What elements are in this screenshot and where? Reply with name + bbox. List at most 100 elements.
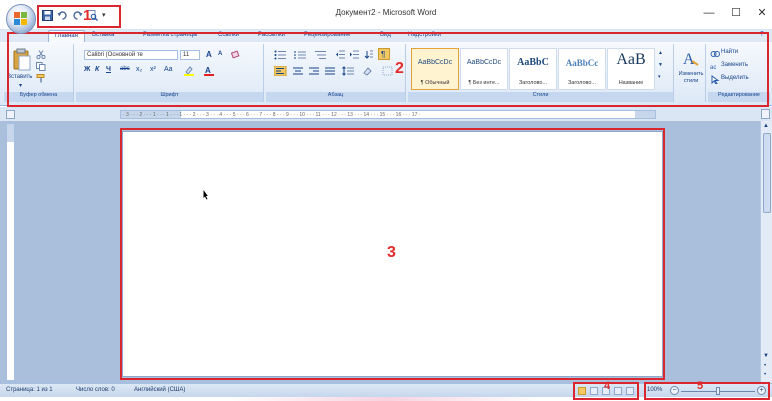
tab-insert[interactable]: Вставка: [92, 32, 114, 38]
zoom-level[interactable]: 100%: [647, 387, 662, 393]
annotation-number-1: 1: [83, 7, 92, 24]
justify-icon[interactable]: [324, 66, 338, 75]
ruler-row: · 3 · · · 2 · · · 1 · · · 1 · · · 1 · · …: [0, 107, 772, 121]
paste-button[interactable]: Вставить: [7, 74, 32, 80]
tab-home[interactable]: Главная: [48, 30, 85, 42]
tab-review[interactable]: Рецензирование: [304, 32, 350, 38]
decrease-indent-icon[interactable]: [336, 50, 346, 59]
paste-icon[interactable]: [12, 48, 32, 72]
superscript-button[interactable]: x²: [150, 66, 156, 73]
full-screen-view-icon[interactable]: [590, 387, 598, 395]
styles-scroll-down-icon[interactable]: ▼: [658, 62, 663, 68]
zoom-slider-thumb[interactable]: [716, 387, 720, 395]
sort-icon[interactable]: [364, 50, 374, 59]
tab-references[interactable]: Ссылки: [218, 32, 239, 38]
clear-formatting-icon[interactable]: [230, 50, 241, 59]
draft-view-icon[interactable]: [626, 387, 634, 395]
style-title[interactable]: AaB Название: [607, 48, 655, 90]
editing-group-label: Редактирование: [708, 92, 770, 102]
font-size-combo[interactable]: 11: [180, 50, 200, 60]
language-indicator[interactable]: Английский (США): [134, 387, 185, 393]
show-formatting-marks-icon[interactable]: ¶: [378, 48, 390, 60]
clipboard-group-label: Буфер обмена: [4, 92, 73, 102]
multilevel-list-icon[interactable]: [314, 50, 328, 59]
style-heading-1[interactable]: AaBbC Заголово...: [509, 48, 557, 90]
align-right-icon[interactable]: [308, 66, 322, 75]
styles-scroll-up-icon[interactable]: ▲: [658, 50, 663, 56]
strikethrough-button[interactable]: abc: [120, 66, 130, 72]
zoom-out-button[interactable]: −: [670, 386, 679, 395]
annotation-number-2: 2: [395, 60, 404, 77]
vertical-scrollbar[interactable]: ▲ ▼ • •: [760, 121, 772, 383]
style-no-spacing[interactable]: AaBbCcDc ¶ Без инте...: [460, 48, 508, 90]
style-heading-2[interactable]: AaBbCc Заголово...: [558, 48, 606, 90]
page-count[interactable]: Страница: 1 из 1: [6, 387, 53, 393]
replace-button[interactable]: Заменить: [721, 62, 748, 68]
close-button[interactable]: ✕: [752, 4, 772, 22]
ruler-scale: · 3 · · · 2 · · · 1 · · · 1 · · · 1 · · …: [123, 112, 421, 118]
tab-page-layout[interactable]: Разметка страницы: [143, 32, 197, 38]
tab-view[interactable]: Вид: [380, 32, 391, 38]
minimize-button[interactable]: —: [699, 4, 719, 22]
align-left-icon[interactable]: [273, 65, 288, 77]
borders-icon[interactable]: [382, 66, 396, 76]
change-styles-icon[interactable]: A: [682, 49, 700, 68]
styles-group: AaBbCcDc ¶ Обычный AaBbCcDc ¶ Без инте..…: [408, 44, 674, 102]
tab-mailings[interactable]: Рассылки: [258, 32, 285, 38]
align-center-icon[interactable]: [292, 66, 306, 75]
font-color-icon[interactable]: A: [204, 66, 218, 76]
scroll-down-icon[interactable]: ▼: [763, 353, 769, 359]
bullets-icon[interactable]: [274, 50, 288, 60]
vertical-ruler[interactable]: [6, 123, 15, 381]
previous-page-icon[interactable]: •: [764, 363, 766, 369]
tab-selector-icon[interactable]: [6, 110, 15, 119]
font-name-combo[interactable]: Calibri (Основной те: [84, 50, 178, 60]
numbering-icon[interactable]: [294, 50, 308, 59]
maximize-button[interactable]: ☐: [726, 4, 746, 22]
word-count[interactable]: Число слов: 0: [76, 387, 115, 393]
ribbon: Вставить ▾ Буфер обмена Calibri (Основно…: [0, 42, 772, 106]
highlight-color-icon[interactable]: [184, 66, 198, 76]
bold-button[interactable]: Ж: [84, 66, 90, 73]
print-layout-view-icon[interactable]: [578, 387, 586, 395]
find-icon: [710, 49, 720, 58]
find-button[interactable]: Найти: [721, 49, 738, 55]
increase-indent-icon[interactable]: [350, 50, 360, 59]
svg-text:A: A: [205, 66, 211, 75]
copy-icon[interactable]: [36, 62, 46, 71]
format-painter-icon[interactable]: [36, 74, 46, 83]
change-styles-group: A Изменить стили: [676, 44, 706, 102]
subscript-button[interactable]: x₂: [136, 66, 142, 73]
outline-view-icon[interactable]: [614, 387, 622, 395]
annotation-number-3: 3: [387, 244, 396, 261]
line-spacing-icon[interactable]: [342, 66, 356, 76]
font-group: Calibri (Основной те 11 A A Ж К Ч abc x₂…: [76, 44, 264, 102]
italic-button[interactable]: К: [95, 66, 99, 73]
change-styles-button[interactable]: Изменить стили: [676, 71, 706, 85]
replace-icon: ac: [710, 62, 720, 71]
font-group-label: Шрифт: [76, 92, 263, 102]
cut-icon[interactable]: [36, 50, 46, 60]
grow-font-button[interactable]: A: [206, 50, 212, 59]
style-normal[interactable]: AaBbCcDc ¶ Обычный: [411, 48, 459, 90]
select-button[interactable]: Выделить: [721, 75, 749, 81]
shrink-font-button[interactable]: A: [218, 51, 222, 57]
mouse-cursor-icon: [203, 190, 208, 200]
annotation-number-4: 4: [604, 380, 611, 392]
scrollbar-thumb[interactable]: [763, 133, 771, 213]
horizontal-ruler[interactable]: · 3 · · · 2 · · · 1 · · · 1 · · · 1 · · …: [120, 110, 656, 119]
tab-addins[interactable]: Надстройки: [408, 32, 441, 38]
change-case-button[interactable]: Aa: [164, 66, 173, 73]
help-icon[interactable]: ?: [760, 31, 764, 38]
next-page-icon[interactable]: •: [764, 372, 766, 378]
underline-button[interactable]: Ч: [106, 66, 111, 73]
styles-group-label: Стили: [408, 92, 673, 102]
paste-dropdown-icon[interactable]: ▾: [19, 82, 22, 89]
shading-icon[interactable]: [362, 66, 376, 76]
scroll-up-icon[interactable]: ▲: [763, 123, 769, 129]
office-button[interactable]: [6, 4, 36, 34]
view-ruler-icon[interactable]: [761, 109, 770, 119]
bottom-strip: [0, 397, 772, 401]
zoom-in-button[interactable]: +: [757, 386, 766, 395]
styles-more-icon[interactable]: ▾: [658, 74, 661, 80]
